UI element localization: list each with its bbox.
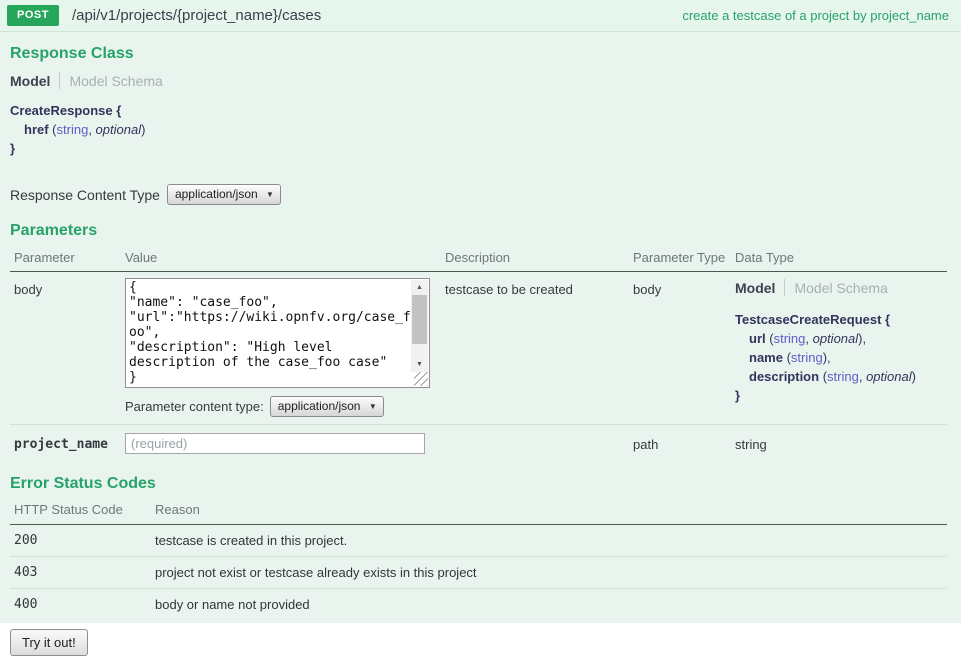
- column-header-data-type: Data Type: [735, 250, 947, 265]
- signature-property: description (string, optional): [735, 367, 947, 386]
- property-name: href: [24, 122, 49, 137]
- error-codes-title: Error Status Codes: [10, 475, 947, 493]
- param-value-cell: { "name": "case_foo", "url":"https://wik…: [125, 278, 445, 417]
- error-row: 200 testcase is created in this project.: [10, 525, 947, 556]
- property-punct: ,: [805, 331, 812, 346]
- tab-model-schema[interactable]: Model Schema: [69, 73, 162, 89]
- signature-property: href (string, optional): [10, 120, 947, 139]
- parameter-content-type-row: Parameter content type: application/json…: [125, 396, 445, 417]
- operation-header[interactable]: POST /api/v1/projects/{project_name}/cas…: [0, 0, 961, 32]
- error-row: 403 project not exist or testcase alread…: [10, 557, 947, 588]
- parameter-content-type-label: Parameter content type:: [125, 399, 264, 414]
- column-header-value: Value: [125, 250, 445, 265]
- response-class-title: Response Class: [10, 45, 947, 63]
- param-type: body: [633, 278, 735, 417]
- data-type-tabs: Model Model Schema: [735, 279, 947, 296]
- response-model-signature: CreateResponse { href (string, optional)…: [10, 101, 947, 158]
- property-modifier: optional: [96, 122, 142, 137]
- property-punct: (: [819, 369, 827, 384]
- parameter-content-type-select[interactable]: application/json: [270, 396, 384, 417]
- scroll-down-icon[interactable]: ▼: [411, 357, 428, 372]
- tab-model[interactable]: Model: [10, 73, 50, 89]
- property-punct: ),: [823, 350, 831, 365]
- parameters-table-header: Parameter Value Description Parameter Ty…: [10, 240, 947, 271]
- property-punct: ),: [858, 331, 866, 346]
- property-punct: (: [783, 350, 791, 365]
- operation-content: Response Class Model Model Schema Create…: [0, 45, 961, 656]
- property-punct: ): [141, 122, 145, 137]
- response-content-type-select[interactable]: application/json: [167, 184, 281, 205]
- parameter-content-type-select-wrap: application/json ▼: [270, 396, 384, 417]
- request-model-signature: TestcaseCreateRequest { url (string, opt…: [735, 310, 947, 405]
- param-type: path: [633, 433, 735, 454]
- response-content-type-row: Response Content Type application/json ▼: [10, 184, 947, 205]
- property-name: description: [749, 369, 819, 384]
- param-data-type: string: [735, 433, 947, 454]
- status-reason: body or name not provided: [155, 597, 947, 612]
- endpoint-summary-link[interactable]: create a testcase of a project by projec…: [682, 8, 949, 23]
- column-header-parameter: Parameter: [10, 250, 125, 265]
- response-content-type-select-wrap: application/json ▼: [167, 184, 281, 205]
- status-code: 403: [10, 565, 155, 580]
- column-header-description: Description: [445, 250, 633, 265]
- column-header-status-code: HTTP Status Code: [10, 502, 155, 517]
- response-class-tabs: Model Model Schema: [10, 72, 947, 89]
- scroll-up-icon[interactable]: ▲: [411, 280, 428, 295]
- textarea-scrollbar[interactable]: ▲ ▼: [411, 280, 428, 372]
- signature-open: TestcaseCreateRequest {: [735, 310, 947, 329]
- param-value-cell: [125, 433, 445, 454]
- column-header-parameter-type: Parameter Type: [633, 250, 735, 265]
- endpoint-path-link[interactable]: /api/v1/projects/{project_name}/cases: [72, 7, 321, 24]
- signature-property: url (string, optional),: [735, 329, 947, 348]
- property-name: url: [749, 331, 766, 346]
- body-value-textarea[interactable]: { "name": "case_foo", "url":"https://wik…: [126, 280, 417, 384]
- body-value-textarea-frame: { "name": "case_foo", "url":"https://wik…: [125, 278, 430, 388]
- param-data-type: Model Model Schema TestcaseCreateRequest…: [735, 278, 947, 417]
- status-code: 200: [10, 533, 155, 548]
- parameters-title: Parameters: [10, 222, 947, 240]
- param-description: [445, 433, 633, 454]
- property-type: string: [774, 331, 806, 346]
- property-type: string: [791, 350, 823, 365]
- property-punct: ,: [88, 122, 95, 137]
- property-modifier: optional: [813, 331, 859, 346]
- param-description: testcase to be created: [445, 278, 633, 417]
- property-punct: (: [766, 331, 774, 346]
- param-name-body: body: [10, 278, 125, 417]
- signature-close: }: [10, 139, 947, 158]
- error-table-header: HTTP Status Code Reason: [10, 493, 947, 524]
- param-name-project-name: project_name: [10, 433, 125, 454]
- try-it-out-button[interactable]: Try it out!: [10, 629, 88, 656]
- tab-divider: [59, 72, 60, 89]
- resize-grip-icon[interactable]: [414, 372, 428, 386]
- param-row-project-name: project_name path string: [10, 425, 947, 463]
- tab-divider: [784, 279, 785, 296]
- property-type: string: [827, 369, 859, 384]
- property-punct: ): [912, 369, 916, 384]
- status-reason: testcase is created in this project.: [155, 533, 947, 548]
- property-name: name: [749, 350, 783, 365]
- property-punct: ,: [859, 369, 866, 384]
- signature-close: }: [735, 386, 947, 405]
- status-code: 400: [10, 597, 155, 612]
- property-modifier: optional: [866, 369, 912, 384]
- property-type: string: [57, 122, 89, 137]
- scrollbar-thumb[interactable]: [412, 295, 427, 344]
- signature-open: CreateResponse {: [10, 101, 947, 120]
- error-row: 400 body or name not provided: [10, 589, 947, 620]
- status-reason: project not exist or testcase already ex…: [155, 565, 947, 580]
- http-method-badge: POST: [7, 5, 59, 26]
- response-content-type-label: Response Content Type: [10, 187, 160, 203]
- param-row-body: body { "name": "case_foo", "url":"https:…: [10, 272, 947, 424]
- column-header-reason: Reason: [155, 502, 947, 517]
- signature-property: name (string),: [735, 348, 947, 367]
- tab-model-schema[interactable]: Model Schema: [794, 280, 887, 296]
- tab-model[interactable]: Model: [735, 280, 775, 296]
- property-punct: (: [49, 122, 57, 137]
- project-name-input[interactable]: [125, 433, 425, 454]
